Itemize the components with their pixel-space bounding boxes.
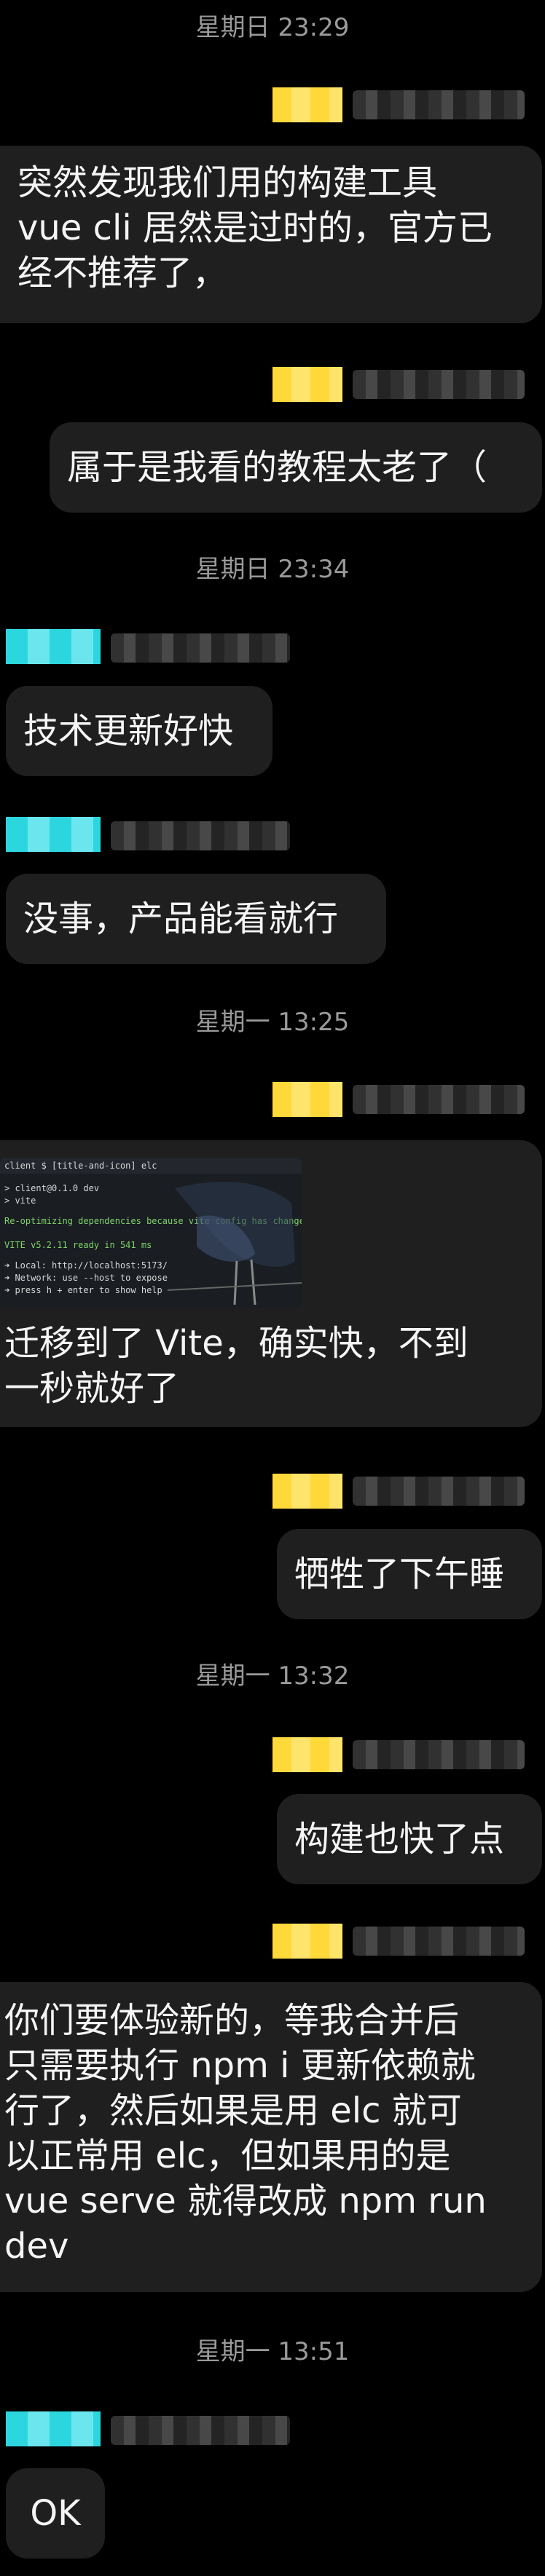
sender-name-blur bbox=[353, 1477, 525, 1506]
message-line: 行了，然后如果是用 elc 就可 bbox=[4, 2090, 462, 2131]
message-line: dev bbox=[4, 2226, 69, 2267]
message-text: 技术更新好快 bbox=[23, 711, 234, 751]
terminal-line: ➜ Local: http://localhost:5173/ bbox=[4, 1260, 168, 1271]
sender-name-blur bbox=[353, 1740, 525, 1769]
message-bubble[interactable]: 属于是我看的教程太老了（ bbox=[50, 422, 542, 513]
message-bubble[interactable]: 技术更新好快 bbox=[6, 686, 272, 776]
message-text: 没事，产品能看就行 bbox=[23, 898, 339, 939]
sender-name-tag bbox=[272, 367, 342, 402]
terminal-line: > vite bbox=[4, 1196, 36, 1206]
message-line: 突然发现我们用的构建工具 bbox=[17, 162, 438, 203]
message-line: 以正常用 elc，但如果用的是 bbox=[4, 2136, 451, 2176]
timestamp: 星期一 13:25 bbox=[195, 1008, 350, 1037]
message-line: 只需要执行 npm i 更新依赖就 bbox=[4, 2045, 476, 2086]
sender-name-tag bbox=[272, 1474, 342, 1509]
sender-name-tag bbox=[6, 817, 101, 852]
anime-character-illustration bbox=[168, 1182, 302, 1305]
message-line: 一秒就好了 bbox=[4, 1368, 180, 1409]
message-bubble[interactable]: client $ [title-and-icon] elc > client@0… bbox=[0, 1140, 542, 1427]
timestamp: 星期日 23:34 bbox=[195, 555, 350, 584]
message-text: 牺牲了下午睡 bbox=[294, 1554, 505, 1595]
sender-name-tag bbox=[272, 87, 342, 122]
message-line: vue cli 居然是过时的，官方已 bbox=[17, 208, 493, 248]
message-bubble[interactable]: 突然发现我们用的构建工具 vue cli 居然是过时的，官方已 经不推荐了， bbox=[0, 146, 542, 323]
timestamp: 星期日 23:29 bbox=[195, 13, 350, 42]
message-bubble[interactable]: 没事，产品能看就行 bbox=[6, 874, 386, 964]
terminal-line: ➜ Network: use --host to expose bbox=[4, 1273, 168, 1283]
sender-name-blur bbox=[353, 1085, 525, 1114]
terminal-title: client $ [title-and-icon] elc bbox=[4, 1161, 157, 1171]
timestamp: 星期一 13:51 bbox=[195, 2337, 350, 2366]
terminal-screenshot-image[interactable]: client $ [title-and-icon] elc > client@0… bbox=[0, 1158, 302, 1308]
message-line: 你们要体验新的，等我合并后 bbox=[4, 2000, 460, 2041]
sender-name-blur bbox=[111, 2416, 290, 2445]
sender-name-blur bbox=[111, 633, 290, 663]
message-line: 迁移到了 Vite，确实快，不到 bbox=[4, 1323, 468, 1364]
message-text: 属于是我看的教程太老了（ bbox=[67, 447, 487, 488]
sender-name-blur bbox=[111, 821, 290, 850]
sender-name-tag bbox=[272, 1082, 342, 1117]
terminal-line: VITE v5.2.11 ready in 541 ms bbox=[4, 1240, 152, 1250]
sender-name-tag bbox=[272, 1737, 342, 1772]
sender-name-tag bbox=[6, 629, 101, 664]
message-bubble[interactable]: 你们要体验新的，等我合并后 只需要执行 npm i 更新依赖就 行了，然后如果是… bbox=[0, 1982, 542, 2292]
message-text: 构建也快了点 bbox=[294, 1819, 505, 1860]
sender-name-blur bbox=[353, 370, 525, 399]
message-line: vue serve 就得改成 npm run bbox=[4, 2181, 487, 2221]
terminal-line: > client@0.1.0 dev bbox=[4, 1183, 100, 1193]
message-line: 经不推荐了， bbox=[17, 253, 228, 293]
sender-name-tag bbox=[272, 1924, 342, 1959]
message-bubble[interactable]: 牺牲了下午睡 bbox=[277, 1529, 542, 1619]
sender-name-blur bbox=[353, 1927, 525, 1956]
message-bubble[interactable]: 构建也快了点 bbox=[277, 1794, 542, 1884]
sender-name-blur bbox=[353, 90, 525, 119]
message-text: OK bbox=[30, 2493, 81, 2534]
terminal-line: ➜ press h + enter to show help bbox=[4, 1285, 162, 1295]
timestamp: 星期一 13:32 bbox=[195, 1662, 350, 1691]
message-bubble[interactable]: OK bbox=[6, 2468, 105, 2559]
sender-name-tag bbox=[6, 2411, 101, 2446]
